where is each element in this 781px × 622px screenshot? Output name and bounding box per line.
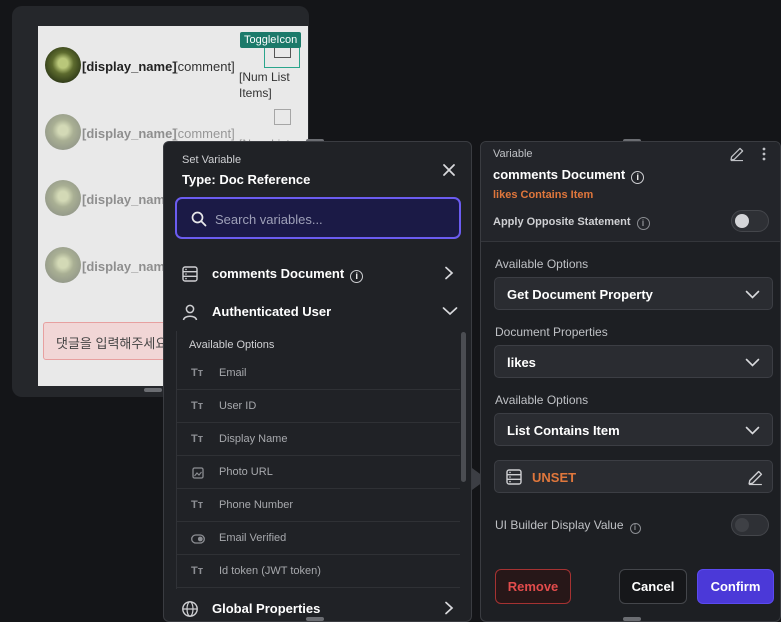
variable-item-comments-document[interactable]: comments Document i xyxy=(164,255,471,291)
panel-header: Variable comments Document i likes Contai… xyxy=(481,142,780,242)
popup-kicker: Set Variable xyxy=(182,154,242,166)
option-label: Email xyxy=(219,367,247,379)
chevron-down-icon xyxy=(745,290,760,299)
available-options-dropdown[interactable]: Get Document Property xyxy=(494,277,773,310)
variable-label: Global Properties xyxy=(212,601,321,616)
comment-text: [comment] xyxy=(174,59,235,74)
variable-item-authenticated-user[interactable]: Authenticated User xyxy=(164,293,471,329)
edit-icon[interactable] xyxy=(729,146,745,162)
dropdown-value: Get Document Property xyxy=(507,287,653,302)
toggle-icon-badge: ToggleIcon xyxy=(240,32,302,48)
text-type-icon: Tт xyxy=(191,433,204,445)
user-icon xyxy=(182,304,198,321)
chevron-down-icon xyxy=(442,307,458,316)
avatar xyxy=(45,180,81,216)
panel-subtitle: likes Contains Item xyxy=(493,189,594,201)
unset-value-field[interactable]: UNSET xyxy=(494,460,773,493)
option-label: Email Verified xyxy=(219,532,287,544)
panel-title: comments Document xyxy=(493,167,626,182)
option-display-name[interactable]: Tт Display Name xyxy=(177,423,460,456)
resize-handle[interactable] xyxy=(306,617,324,621)
option-label: Id token (JWT token) xyxy=(219,565,321,577)
text-type-icon: Tт xyxy=(191,367,204,379)
resize-handle[interactable] xyxy=(623,617,641,621)
option-id-token[interactable]: Tт Id token (JWT token) xyxy=(177,555,460,588)
display-name-text: [display_name] xyxy=(82,126,177,141)
document-properties-dropdown[interactable]: likes xyxy=(494,345,773,378)
scrollbar[interactable] xyxy=(461,332,466,482)
info-icon[interactable]: i xyxy=(350,270,364,283)
available-options-label: Available Options xyxy=(495,257,589,271)
dropdown-value: List Contains Item xyxy=(507,423,620,438)
chevron-right-icon xyxy=(445,601,454,615)
unset-value: UNSET xyxy=(532,470,577,485)
avatar xyxy=(45,247,81,283)
info-icon[interactable]: i xyxy=(636,217,650,230)
option-phone-number[interactable]: Tт Phone Number xyxy=(177,489,460,522)
image-icon xyxy=(192,467,204,479)
set-variable-popup: Set Variable Type: Doc Reference comment… xyxy=(163,141,472,622)
chevron-down-icon xyxy=(745,358,760,367)
available-options-header: Available Options xyxy=(189,339,275,351)
option-email-verified[interactable]: Email Verified xyxy=(177,522,460,555)
variable-label: comments Document xyxy=(212,266,345,281)
comment-list-item[interactable]: [display_name] [comment] [Num List Items… xyxy=(38,26,308,100)
chevron-right-icon xyxy=(445,266,454,280)
search-box[interactable] xyxy=(175,197,461,239)
popup-title: Type: Doc Reference xyxy=(182,172,311,187)
option-label: Photo URL xyxy=(219,466,273,478)
search-icon xyxy=(191,211,207,227)
text-type-icon: Tт xyxy=(191,499,204,511)
resize-handle[interactable] xyxy=(144,388,162,392)
list-operation-dropdown[interactable]: List Contains Item xyxy=(494,413,773,446)
comment-text: [comment] xyxy=(174,126,235,141)
cancel-button[interactable]: Cancel xyxy=(619,569,687,604)
text-type-icon: Tт xyxy=(191,400,204,412)
confirm-button[interactable]: Confirm xyxy=(697,569,774,604)
toggle-icon xyxy=(191,534,205,544)
dropdown-value: likes xyxy=(507,355,536,370)
chevron-down-icon xyxy=(745,426,760,435)
checkbox-icon[interactable] xyxy=(274,109,291,125)
authenticated-user-options: Available Options Tт Email Tт User ID Tт… xyxy=(176,331,471,589)
available-options-label: Available Options xyxy=(495,393,589,407)
avatar xyxy=(45,47,81,83)
text-type-icon: Tт xyxy=(191,565,204,577)
info-icon[interactable]: i xyxy=(631,171,645,184)
remove-button[interactable]: Remove xyxy=(495,569,571,604)
option-email[interactable]: Tт Email xyxy=(177,357,460,390)
apply-opposite-toggle[interactable] xyxy=(731,210,769,232)
apply-opposite-label: Apply Opposite Statement xyxy=(493,216,631,228)
close-icon[interactable] xyxy=(441,162,457,178)
more-options-icon[interactable] xyxy=(761,146,767,162)
ui-builder-display-toggle[interactable] xyxy=(731,514,769,536)
variable-properties-panel: Variable comments Document i likes Contai… xyxy=(480,141,781,622)
option-user-id[interactable]: Tт User ID xyxy=(177,390,460,423)
option-label: User ID xyxy=(219,400,257,412)
display-name-text: [display_name] xyxy=(82,59,177,74)
option-photo-url[interactable]: Photo URL xyxy=(177,456,460,489)
collection-icon xyxy=(506,469,522,485)
avatar xyxy=(45,114,81,150)
globe-icon xyxy=(182,601,198,617)
info-icon[interactable]: i xyxy=(629,523,641,534)
search-input[interactable] xyxy=(215,209,445,229)
edit-icon[interactable] xyxy=(747,469,764,486)
option-label: Phone Number xyxy=(219,499,293,511)
document-properties-label: Document Properties xyxy=(495,325,608,339)
variable-label: Authenticated User xyxy=(212,304,332,319)
option-label: Display Name xyxy=(219,433,288,445)
ui-builder-display-label: UI Builder Display Value xyxy=(495,518,624,532)
collection-icon xyxy=(182,266,198,282)
panel-kicker: Variable xyxy=(493,148,533,160)
